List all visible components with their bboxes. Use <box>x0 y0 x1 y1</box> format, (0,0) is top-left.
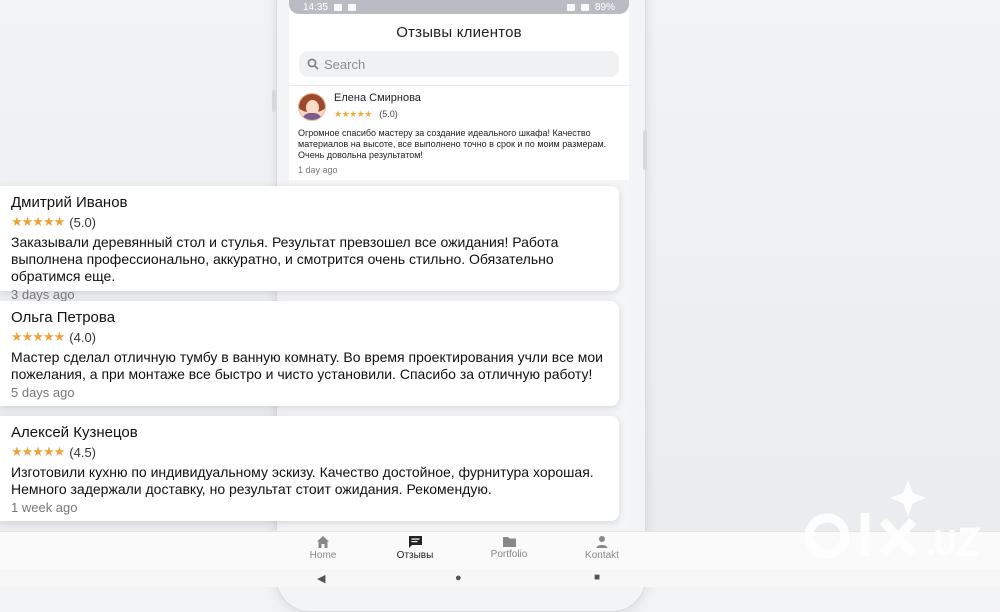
avatar <box>298 93 326 121</box>
folder-icon <box>502 537 516 547</box>
rating-score: (5.0) <box>379 109 398 119</box>
battery-level: 89% <box>594 1 615 13</box>
review-time: 1 week ago <box>11 500 78 515</box>
search-input[interactable]: Search <box>299 51 619 77</box>
reviewer-name: Дмитрий Иванов <box>11 194 128 211</box>
reviewer-name: Елена Смирнова <box>334 92 421 104</box>
recent-apps-button[interactable]: ■ <box>594 572 600 583</box>
rating-score: (4.5) <box>69 444 97 460</box>
review-card[interactable]: Ольга Петрова ★★★★★ (4.0) Мастер сделал … <box>0 301 619 406</box>
star-rating: ★★★★★ <box>11 214 65 229</box>
review-time: 3 days ago <box>11 287 75 302</box>
chat-icon <box>408 536 422 548</box>
star-rating: ★★★★★ <box>11 329 65 344</box>
nav-label: Home <box>309 550 337 561</box>
back-button[interactable]: ◀ <box>317 572 325 585</box>
review-time: 5 days ago <box>11 385 75 400</box>
nav-label: Отзывы <box>396 550 434 561</box>
nav-portfolio[interactable]: Portfolio <box>474 535 544 560</box>
nav-home[interactable]: Home <box>288 535 358 561</box>
nav-contact[interactable]: Kontakt <box>567 535 637 561</box>
watermark-logo <box>804 480 981 559</box>
review-card[interactable]: Елена Смирнова ★★★★★ (5.0) Огромное спас… <box>289 85 629 182</box>
rating-score: (4.0) <box>69 329 97 345</box>
review-card[interactable]: Дмитрий Иванов ★★★★★ (5.0) Заказывали де… <box>0 186 619 302</box>
phone-side-button <box>272 90 276 112</box>
nav-label: Portfolio <box>490 549 528 560</box>
search-placeholder: Search <box>324 56 366 72</box>
home-icon <box>317 536 329 548</box>
review-text: Изготовили кухню по индивидуальному эски… <box>11 464 594 497</box>
gallery-icon <box>334 3 343 11</box>
person-icon <box>596 536 608 548</box>
search-icon <box>307 58 319 70</box>
rating-score: (5.0) <box>69 214 97 230</box>
home-button[interactable]: ● <box>455 572 462 584</box>
nav-label: Kontakt <box>585 550 619 561</box>
phone-side-button <box>643 130 647 170</box>
review-text: Мастер сделал отличную тумбу в ванную ко… <box>11 349 603 382</box>
page-title: Отзывы клиентов <box>396 24 522 41</box>
review-text: Заказывали деревянный стол и стулья. Рез… <box>11 234 559 284</box>
review-text: Огромное спасибо мастеру за создание иде… <box>298 128 607 160</box>
status-bar: 14:35 89% <box>289 0 629 14</box>
review-time: 1 day ago <box>298 165 338 175</box>
reviewer-name: Алексей Кузнецов <box>11 424 138 441</box>
status-time: 14:35 <box>303 1 329 13</box>
mute-icon <box>566 3 575 11</box>
notification-icon <box>348 3 357 11</box>
review-card[interactable]: Алексей Кузнецов ★★★★★ (4.5) Изготовили … <box>0 416 619 521</box>
reviewer-name: Ольга Петрова <box>11 309 116 326</box>
nav-reviews[interactable]: Отзывы <box>380 535 450 561</box>
wifi-icon <box>580 3 589 11</box>
star-rating: ★★★★★ <box>11 444 65 459</box>
star-rating: ★★★★★ <box>334 109 372 119</box>
